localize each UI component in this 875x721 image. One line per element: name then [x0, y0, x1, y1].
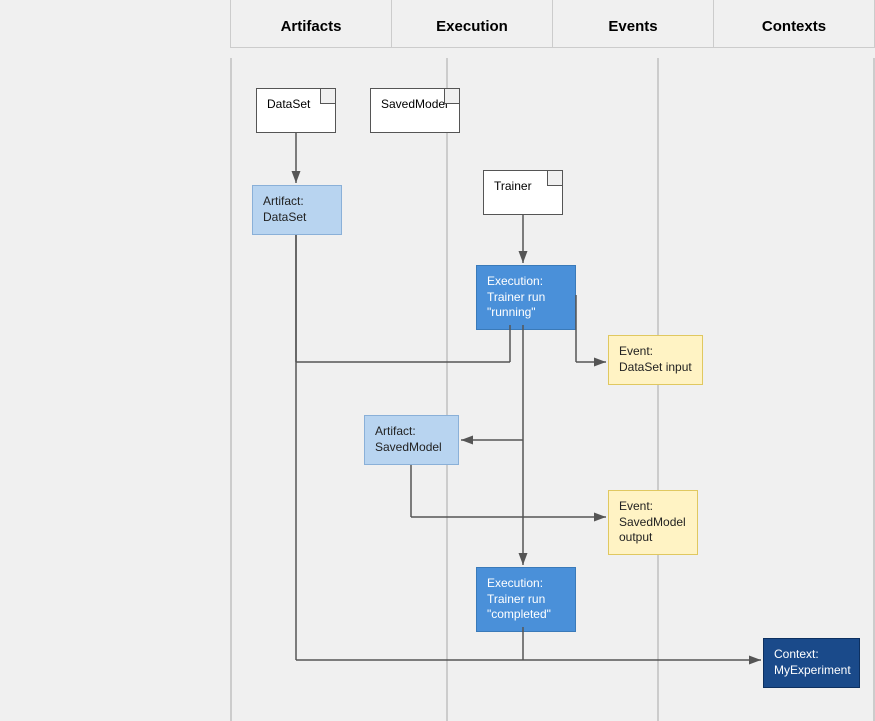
trainer-type-node: Trainer	[483, 170, 563, 215]
event-savedmodel-output-label: Event:SavedModeloutput	[619, 499, 686, 544]
diagram-container: Artifacts Execution Events Contexts Data…	[0, 0, 875, 721]
event-dataset-input-node: Event:DataSet input	[608, 335, 703, 385]
dataset-type-node: DataSet	[256, 88, 336, 133]
col-header-execution: Execution	[391, 0, 552, 47]
col-header-events: Events	[552, 0, 713, 47]
execution-running-node: Execution:Trainer run"running"	[476, 265, 576, 330]
context-myexperiment-node: Context:MyExperiment	[763, 638, 860, 688]
event-savedmodel-output-node: Event:SavedModeloutput	[608, 490, 698, 555]
artifact-dataset-node: Artifact: DataSet	[252, 185, 342, 235]
event-dataset-input-label: Event:DataSet input	[619, 344, 692, 374]
context-myexperiment-label: Context:MyExperiment	[774, 647, 851, 677]
execution-running-label: Execution:Trainer run"running"	[487, 274, 545, 319]
dataset-type-label: DataSet	[267, 97, 310, 111]
savedmodel-type-label: SavedModel	[381, 97, 448, 111]
artifact-dataset-label: Artifact: DataSet	[263, 194, 306, 224]
execution-completed-node: Execution:Trainer run"completed"	[476, 567, 576, 632]
artifact-savedmodel-label: Artifact:SavedModel	[375, 424, 442, 454]
execution-completed-label: Execution:Trainer run"completed"	[487, 576, 551, 621]
artifact-savedmodel-node: Artifact:SavedModel	[364, 415, 459, 465]
savedmodel-type-node: SavedModel	[370, 88, 460, 133]
col-header-artifacts: Artifacts	[230, 0, 391, 47]
trainer-type-label: Trainer	[494, 179, 532, 193]
col-header-contexts: Contexts	[713, 0, 875, 47]
